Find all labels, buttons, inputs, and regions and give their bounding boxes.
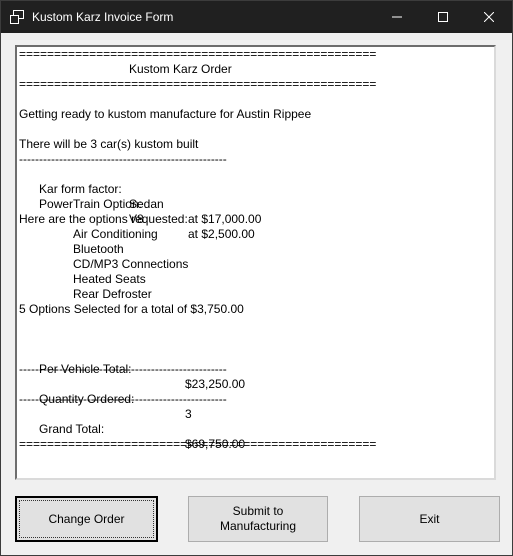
car-count-line: There will be 3 car(s) kustom built	[19, 137, 199, 151]
minimize-button[interactable]	[374, 1, 420, 33]
maximize-button[interactable]	[420, 1, 466, 33]
title-bar[interactable]: Kustom Karz Invoice Form	[1, 1, 512, 33]
window-title: Kustom Karz Invoice Form	[32, 10, 174, 24]
invoice-report-box[interactable]: ========================================…	[15, 45, 496, 480]
option-item: Air Conditioning	[73, 227, 158, 241]
exit-button[interactable]: Exit	[359, 496, 500, 542]
app-window-icon	[10, 10, 24, 24]
focus-rectangle	[19, 500, 154, 538]
exit-label: Exit	[419, 511, 440, 526]
submit-label-line1: Submit to	[232, 504, 284, 518]
options-summary: 5 Options Selected for a total of $3,750…	[19, 302, 244, 316]
form-factor-row: Kar form factor: Sedan at $17,000.00	[19, 167, 479, 226]
separator-dash: ----------------------------------------…	[19, 392, 227, 406]
submit-label: Submit to Manufacturing	[220, 504, 296, 534]
quantity-row: Quantity Ordered: 3	[19, 377, 479, 421]
submit-label-line2: Manufacturing	[219, 519, 297, 533]
close-button[interactable]	[466, 1, 512, 33]
option-item: Rear Defroster	[73, 287, 152, 301]
grand-total-row: Grand Total: $69,750.00	[19, 407, 479, 451]
customer-line: Getting ready to kustom manufacture for …	[19, 107, 312, 121]
powertrain-label: PowerTrain Option:	[39, 197, 142, 211]
report-header: Kustom Karz Order	[129, 62, 232, 76]
grand-total-label: Grand Total:	[39, 422, 105, 436]
change-order-button[interactable]: Change Order	[15, 496, 158, 542]
separator-dash: ----------------------------------------…	[19, 362, 227, 376]
option-item: Bluetooth	[73, 242, 124, 256]
submit-to-manufacturing-button[interactable]: Submit to Manufacturing	[188, 496, 328, 542]
option-item: CD/MP3 Connections	[73, 257, 189, 271]
separator-double: ========================================…	[19, 437, 377, 451]
separator-dash: ----------------------------------------…	[19, 152, 227, 166]
separator-double: ========================================…	[19, 77, 377, 91]
powertrain-price: at $2,500.00	[188, 227, 255, 241]
option-item: Heated Seats	[73, 272, 146, 286]
powertrain-row: PowerTrain Option: V8 at $2,500.00	[19, 182, 479, 241]
maximize-icon	[438, 12, 448, 22]
per-vehicle-row: Per Vehicle Total: $23,250.00	[19, 347, 479, 391]
separator-double: ========================================…	[19, 47, 377, 61]
form-factor-price: at $17,000.00	[188, 212, 262, 226]
minimize-icon	[392, 16, 402, 18]
close-icon	[484, 12, 494, 22]
options-header: Here are the options requested:	[19, 212, 188, 226]
